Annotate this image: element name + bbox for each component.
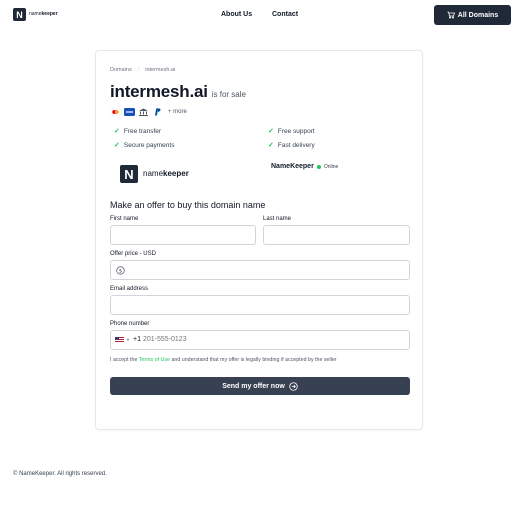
brand-logo-mark: N [120,165,138,183]
payment-methods: + more [110,108,187,116]
offer-price-label: Offer price - USD [110,251,156,257]
logo-mark: N [13,8,26,21]
terms-link[interactable]: Terms of Use [139,357,170,363]
nav-about[interactable]: About Us [221,11,252,18]
terms-suffix: and understand that my offer is legally … [171,357,337,363]
logo-text: namekeeper [29,12,58,17]
send-offer-button[interactable]: Send my offer now [110,377,410,395]
feature-label: Secure payments [123,141,175,149]
domain-title: intermesh.ai [110,82,208,101]
phone-input-group: ▼ +1 [110,330,410,350]
feature-item: ✓ Free transfer [114,127,162,136]
feature-item: ✓ Fast delivery [268,141,315,150]
feature-item: ✓ Free support [268,127,315,136]
check-icon: ✓ [268,142,274,149]
for-sale-text: is for sale [211,90,246,99]
domain-card: Domains / intermesh.ai intermesh.ai is f… [95,50,423,430]
email-label: Email address [110,286,149,292]
terms-text: I accept the Terms of Use and understand… [110,357,337,363]
mastercard-icon [110,108,121,116]
cart-icon [447,11,455,19]
feature-label: Free support [277,127,315,135]
online-status: Online [323,163,339,170]
all-domains-label: All Domains [457,11,499,19]
header: N namekeeper About Us Contact All Domain… [0,0,512,30]
bank-icon [139,108,148,116]
feature-label: Fast delivery [277,141,315,149]
offer-price-input[interactable]: $ [110,260,410,280]
terms-prefix: I accept the [110,357,138,363]
send-offer-label: Send my offer now [222,382,285,390]
first-name-label: First name [110,216,139,222]
payment-more: + more [168,109,187,115]
paypal-icon [155,108,161,116]
us-flag-icon[interactable] [115,337,124,343]
brand-name-prefix: name [143,169,164,178]
brand-logo-text: namekeeper [143,170,189,178]
feature-item: ✓ Secure payments [114,141,175,150]
phone-label: Phone number [110,321,150,327]
offer-form-title: Make an offer to buy this domain name [110,200,266,210]
all-domains-button[interactable]: All Domains [434,5,511,25]
breadcrumb: Domains / intermesh.ai [110,67,175,73]
logo-name-prefix: name [29,11,42,17]
seller-info: NameKeeper Online [271,163,338,170]
title-row: intermesh.ai is for sale [110,82,246,102]
breadcrumb-current: intermesh.ai [145,67,176,73]
svg-text:$: $ [119,268,122,274]
brand-name-suffix: keeper [163,169,189,178]
logo-name-suffix: keeper [41,11,58,17]
footer-copyright: © NameKeeper. All rights reserved. [13,471,107,477]
breadcrumb-domains[interactable]: Domains [110,67,132,73]
email-input[interactable] [110,295,410,315]
check-icon: ✓ [114,128,120,135]
first-name-input[interactable] [110,225,256,245]
dollar-icon: $ [116,266,125,275]
check-icon: ✓ [268,128,274,135]
brand-logo: N namekeeper [120,165,189,183]
phone-country-code: +1 [133,336,141,343]
last-name-label: Last name [263,216,292,222]
last-name-input[interactable] [263,225,410,245]
chevron-down-icon[interactable]: ▼ [126,337,130,342]
online-status-dot [316,164,321,169]
phone-input[interactable] [143,336,293,343]
seller-name: NameKeeper [271,163,314,170]
visa-icon [124,108,135,116]
feature-label: Free transfer [123,127,162,135]
arrow-right-circle-icon [289,381,298,391]
logo[interactable]: N namekeeper [13,8,58,21]
nav-contact[interactable]: Contact [272,11,298,18]
breadcrumb-separator: / [137,67,140,73]
check-icon: ✓ [114,142,120,149]
